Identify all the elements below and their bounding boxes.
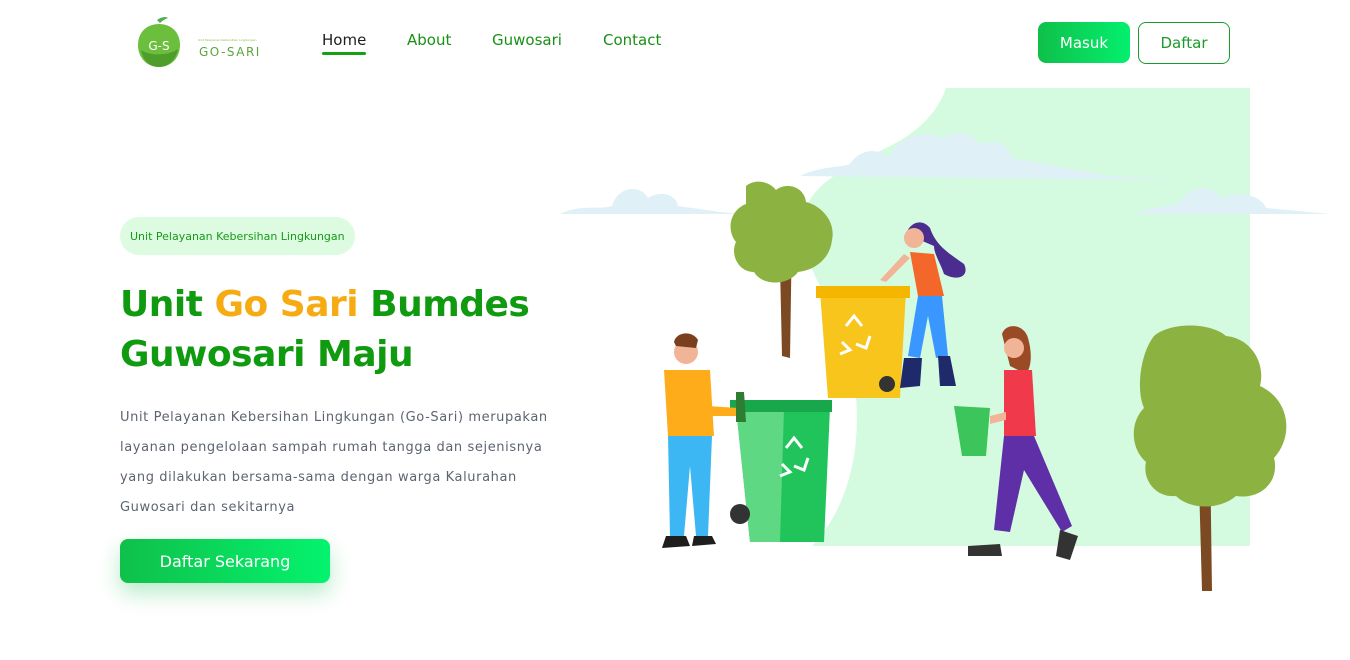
hero-title: Unit Go Sari Bumdes Guwosari Maju [120,280,590,380]
login-button[interactable]: Masuk [1038,22,1130,63]
tree-right [1133,325,1287,591]
nav-link-contact[interactable]: Contact [603,31,661,55]
navbar: G-S Unit Pelayanan Kebersihan Lingkungan… [0,0,1350,86]
nav-link-about[interactable]: About [407,31,451,55]
register-button[interactable]: Daftar [1138,22,1230,64]
logo-name: GO-SARI [199,45,261,59]
hero-title-part1: Unit [120,284,215,325]
nav-link-guwosari[interactable]: Guwosari [492,31,562,55]
logo-icon: G-S [138,16,180,67]
nav-link-home[interactable]: Home [322,31,367,55]
logo[interactable]: G-S Unit Pelayanan Kebersihan Lingkungan… [135,16,275,70]
hero-badge: Unit Pelayanan Kebersihan Lingkungan [120,217,355,255]
logo-mark-text: G-S [148,39,169,53]
yellow-bin [816,286,910,398]
hero-title-highlight: Go Sari [214,284,359,325]
logo-tagline: Unit Pelayanan Kebersihan Lingkungan [198,38,257,42]
register-now-button[interactable]: Daftar Sekarang [120,539,330,583]
hero-illustration [560,88,1330,591]
hero-description: Unit Pelayanan Kebersihan Lingkungan (Go… [120,410,548,515]
